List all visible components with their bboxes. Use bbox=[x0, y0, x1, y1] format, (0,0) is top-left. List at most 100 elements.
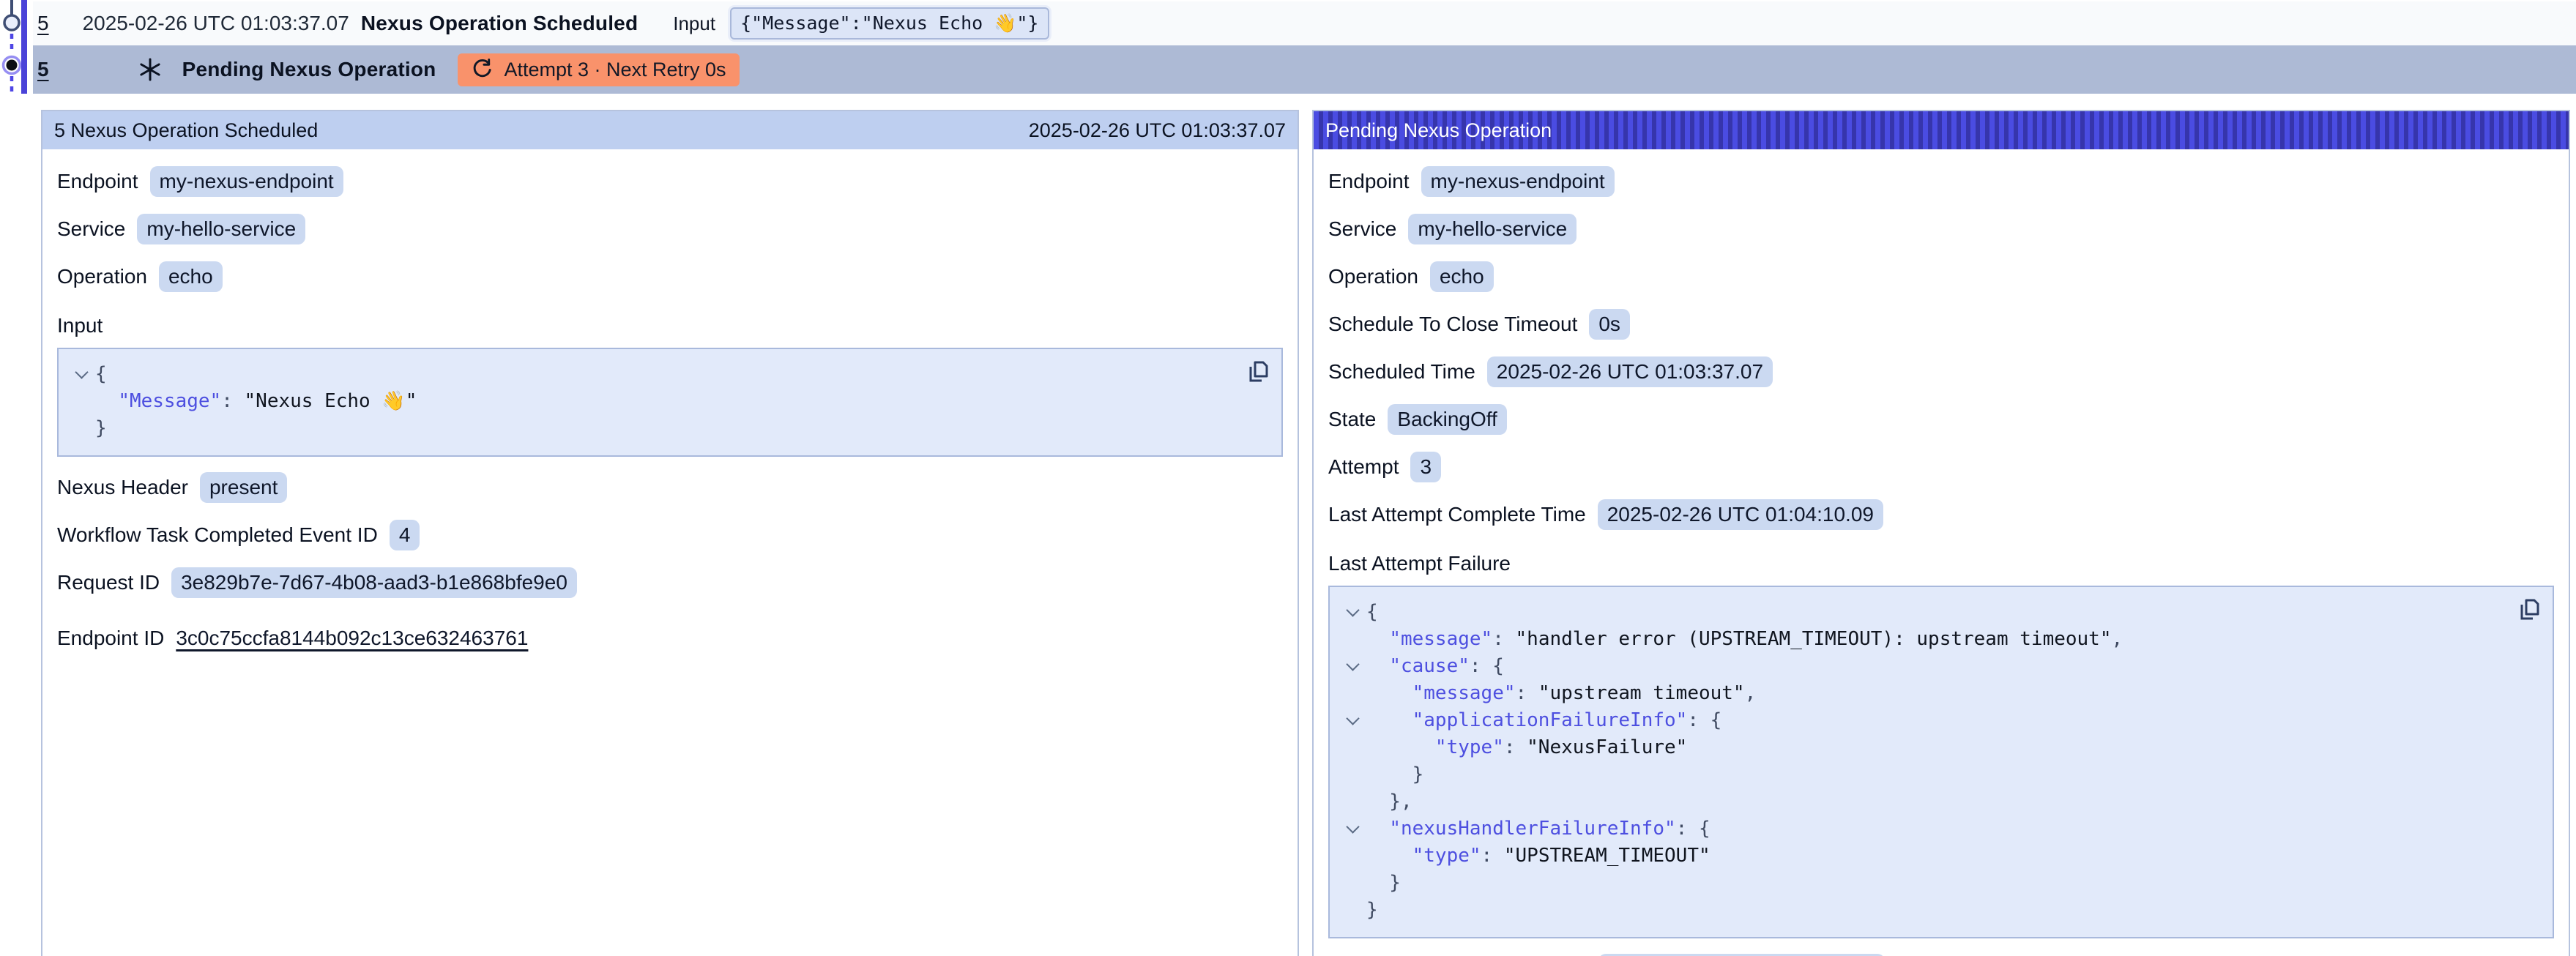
field-value-badge: my-nexus-endpoint bbox=[150, 166, 343, 197]
event-history-rows: 5 2025-02-26 UTC 01:03:37.07 Nexus Opera… bbox=[33, 0, 2576, 94]
field-value-badge: my-hello-service bbox=[1408, 214, 1577, 244]
field-value-badge: BackingOff bbox=[1388, 404, 1506, 435]
timeline-node-open-icon bbox=[4, 15, 19, 30]
field-value-badge: echo bbox=[159, 261, 223, 292]
field-label: Request ID bbox=[57, 571, 160, 594]
panel-title: Pending Nexus Operation bbox=[1325, 119, 1552, 142]
field-label: Service bbox=[1328, 217, 1396, 241]
field-value-badge: 2025-02-26 UTC 01:04:10.09 bbox=[1598, 499, 1883, 530]
event-title: Nexus Operation Scheduled bbox=[361, 12, 638, 35]
json-line: } bbox=[67, 415, 1230, 442]
field-label: Nexus Header bbox=[57, 476, 188, 499]
json-line-text: } bbox=[1366, 870, 1401, 897]
field-endpoint: Endpoint my-nexus-endpoint bbox=[57, 165, 1283, 198]
gutter-spacer bbox=[1339, 761, 1366, 788]
field-label: Endpoint bbox=[1328, 170, 1410, 193]
json-line: { bbox=[67, 361, 1230, 388]
field-value-badge: 3 bbox=[1410, 452, 1441, 482]
panel-title: 5 Nexus Operation Scheduled bbox=[54, 119, 318, 142]
json-line: } bbox=[1339, 870, 2501, 897]
json-line-text: "nexusHandlerFailureInfo": { bbox=[1366, 815, 1710, 843]
event-id-link[interactable]: 5 bbox=[37, 58, 49, 81]
event-detail-panels: 5 Nexus Operation Scheduled 2025-02-26 U… bbox=[41, 110, 2570, 956]
timeline-accent-bar bbox=[21, 0, 27, 94]
json-line-text: { bbox=[1366, 599, 1378, 626]
copy-icon[interactable] bbox=[1242, 358, 1271, 387]
gutter-spacer bbox=[1339, 680, 1366, 707]
json-line-text: } bbox=[95, 415, 107, 442]
collapse-chevron-icon[interactable] bbox=[1339, 599, 1366, 626]
collapse-chevron-icon[interactable] bbox=[1339, 653, 1366, 680]
json-line-text: "cause": { bbox=[1366, 653, 1504, 680]
collapse-chevron-icon[interactable] bbox=[1339, 707, 1366, 734]
endpoint-id-link[interactable]: 3c0c75ccfa8144b092c13ce632463761 bbox=[176, 627, 528, 650]
field-value-badge: echo bbox=[1430, 261, 1494, 292]
field-endpoint-id: Endpoint ID 3c0c75ccfa8144b092c13ce63246… bbox=[57, 621, 1283, 655]
field-endpoint: Endpoint my-nexus-endpoint bbox=[1328, 165, 2554, 198]
field-label: Operation bbox=[57, 265, 147, 288]
field-value-badge: my-hello-service bbox=[137, 214, 305, 244]
field-service: Service my-hello-service bbox=[57, 212, 1283, 246]
field-label: Endpoint ID bbox=[57, 627, 164, 650]
json-line: "message": "upstream timeout", bbox=[1339, 680, 2501, 707]
json-line: { bbox=[1339, 599, 2501, 626]
field-value-badge: 2025-02-26 UTC 01:03:37.07 bbox=[1487, 356, 1773, 387]
field-label: Last Attempt Complete Time bbox=[1328, 503, 1586, 526]
json-line: "cause": { bbox=[1339, 653, 2501, 680]
field-label: Scheduled Time bbox=[1328, 360, 1475, 384]
input-label: Input bbox=[673, 12, 715, 35]
copy-icon[interactable] bbox=[2513, 596, 2542, 625]
field-label: Endpoint bbox=[57, 170, 138, 193]
gutter-spacer bbox=[1339, 626, 1366, 653]
field-scheduled-time: Scheduled Time 2025-02-26 UTC 01:03:37.0… bbox=[1328, 355, 2554, 389]
field-attempt: Attempt 3 bbox=[1328, 450, 2554, 484]
json-line: "message": "handler error (UPSTREAM_TIME… bbox=[1339, 626, 2501, 653]
gutter-spacer bbox=[1339, 870, 1366, 897]
json-line: } bbox=[1339, 897, 2501, 924]
json-line: "nexusHandlerFailureInfo": { bbox=[1339, 815, 2501, 843]
field-value-badge: 3e829b7e-7d67-4b08-aad3-b1e868bfe9e0 bbox=[171, 567, 577, 598]
input-section-label: Input bbox=[57, 314, 1283, 337]
json-line-text: "type": "NexusFailure" bbox=[1366, 734, 1687, 761]
field-value-badge: present bbox=[200, 472, 287, 503]
field-label: Attempt bbox=[1328, 455, 1399, 479]
event-timestamp: 2025-02-26 UTC 01:03:37.07 bbox=[83, 12, 349, 35]
field-state: State BackingOff bbox=[1328, 403, 2554, 436]
field-label: Schedule To Close Timeout bbox=[1328, 313, 1577, 336]
field-label: Service bbox=[57, 217, 125, 241]
json-line: "type": "NexusFailure" bbox=[1339, 734, 2501, 761]
event-id-link[interactable]: 5 bbox=[37, 12, 49, 35]
pending-event-title: Pending Nexus Operation bbox=[182, 58, 436, 81]
field-workflow-task-completed-event-id: Workflow Task Completed Event ID 4 bbox=[57, 518, 1283, 552]
json-line-text: "applicationFailureInfo": { bbox=[1366, 707, 1721, 734]
json-line-text: } bbox=[1366, 761, 1423, 788]
event-row-pending[interactable]: 5 Pending Nexus Operation Attempt 3 · Ne… bbox=[33, 45, 2576, 94]
json-line-text: "Message": "Nexus Echo 👋" bbox=[95, 388, 417, 415]
retry-icon bbox=[471, 59, 494, 81]
collapse-chevron-icon[interactable] bbox=[1339, 815, 1366, 843]
field-label: Operation bbox=[1328, 265, 1418, 288]
gutter-spacer bbox=[1339, 788, 1366, 815]
json-line-text: } bbox=[1366, 897, 1378, 924]
timeline-node-current-icon bbox=[7, 60, 18, 71]
retry-attempt-badge: Attempt 3 · Next Retry 0s bbox=[458, 53, 739, 86]
json-line: "Message": "Nexus Echo 👋" bbox=[67, 388, 1230, 415]
field-next-attempt-schedule-time: Next Attempt Schedule Time 2025-02-26 UT… bbox=[1328, 952, 2554, 956]
field-service: Service my-hello-service bbox=[1328, 212, 2554, 246]
field-last-attempt-complete-time: Last Attempt Complete Time 2025-02-26 UT… bbox=[1328, 498, 2554, 531]
panel-body: Endpoint my-nexus-endpoint Service my-he… bbox=[1314, 149, 2569, 956]
collapse-chevron-icon[interactable] bbox=[67, 361, 95, 388]
retry-badge-text: Attempt 3 · Next Retry 0s bbox=[504, 59, 726, 81]
panel-nexus-operation-scheduled: 5 Nexus Operation Scheduled 2025-02-26 U… bbox=[41, 110, 1299, 956]
json-line-text: { bbox=[95, 361, 107, 388]
gutter-spacer bbox=[1339, 734, 1366, 761]
field-label: Workflow Task Completed Event ID bbox=[57, 523, 378, 547]
input-json-viewer: { "Message": "Nexus Echo 👋"} bbox=[57, 348, 1283, 457]
field-nexus-header: Nexus Header present bbox=[57, 471, 1283, 504]
panel-header: 5 Nexus Operation Scheduled 2025-02-26 U… bbox=[42, 111, 1298, 149]
field-operation: Operation echo bbox=[57, 260, 1283, 294]
panel-pending-nexus-operation: Pending Nexus Operation Endpoint my-nexu… bbox=[1312, 110, 2570, 956]
event-row-scheduled[interactable]: 5 2025-02-26 UTC 01:03:37.07 Nexus Opera… bbox=[33, 0, 2576, 45]
failure-json-viewer: { "message": "handler error (UPSTREAM_TI… bbox=[1328, 586, 2554, 938]
gutter-spacer bbox=[67, 388, 95, 415]
